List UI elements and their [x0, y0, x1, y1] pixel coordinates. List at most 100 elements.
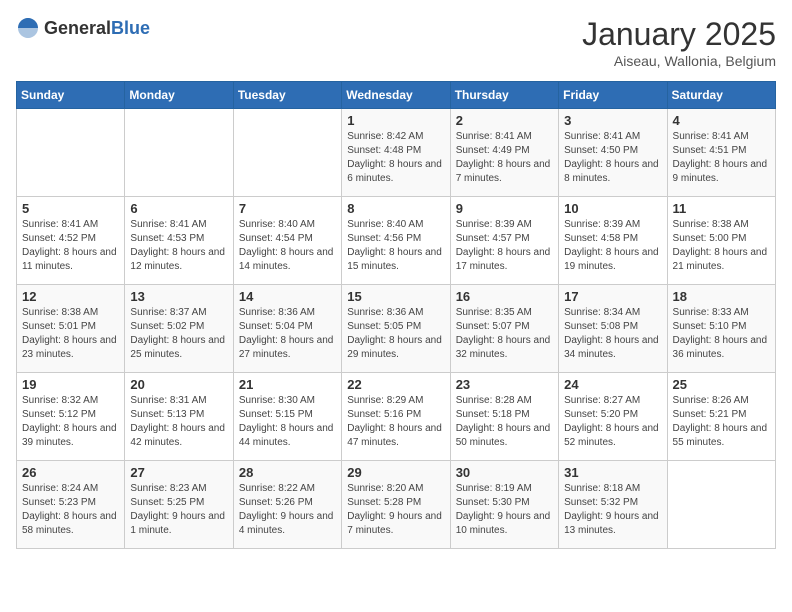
day-info: Sunrise: 8:31 AM Sunset: 5:13 PM Dayligh…	[130, 394, 227, 450]
calendar-cell: 20 Sunrise: 8:31 AM Sunset: 5:13 PM Dayli…	[125, 373, 233, 461]
calendar-cell: 26 Sunrise: 8:24 AM Sunset: 5:23 PM Dayli…	[17, 461, 125, 549]
day-info: Sunrise: 8:41 AM Sunset: 4:51 PM Dayligh…	[673, 130, 770, 186]
day-number: 15	[347, 289, 444, 304]
calendar-cell: 28 Sunrise: 8:22 AM Sunset: 5:26 PM Dayli…	[233, 461, 341, 549]
day-info: Sunrise: 8:40 AM Sunset: 4:56 PM Dayligh…	[347, 218, 444, 274]
day-number: 25	[673, 377, 770, 392]
weekday-header-saturday: Saturday	[667, 82, 775, 109]
day-number: 12	[22, 289, 119, 304]
day-number: 22	[347, 377, 444, 392]
calendar-cell	[17, 109, 125, 197]
day-number: 10	[564, 201, 661, 216]
day-number: 27	[130, 465, 227, 480]
day-number: 17	[564, 289, 661, 304]
calendar-week-3: 12 Sunrise: 8:38 AM Sunset: 5:01 PM Dayli…	[17, 285, 776, 373]
day-number: 30	[456, 465, 553, 480]
day-number: 16	[456, 289, 553, 304]
day-number: 24	[564, 377, 661, 392]
day-number: 11	[673, 201, 770, 216]
day-info: Sunrise: 8:41 AM Sunset: 4:52 PM Dayligh…	[22, 218, 119, 274]
day-number: 21	[239, 377, 336, 392]
calendar-cell: 9 Sunrise: 8:39 AM Sunset: 4:57 PM Daylig…	[450, 197, 558, 285]
logo-general: GeneralBlue	[44, 18, 150, 39]
calendar-cell: 31 Sunrise: 8:18 AM Sunset: 5:32 PM Dayli…	[559, 461, 667, 549]
weekday-header-friday: Friday	[559, 82, 667, 109]
day-number: 8	[347, 201, 444, 216]
calendar-table: SundayMondayTuesdayWednesdayThursdayFrid…	[16, 81, 776, 549]
day-info: Sunrise: 8:42 AM Sunset: 4:48 PM Dayligh…	[347, 130, 444, 186]
calendar-cell: 29Sunrise: 8:20 AM Sunset: 5:28 PM Dayli…	[342, 461, 450, 549]
logo: GeneralBlue	[16, 16, 150, 40]
location: Aiseau, Wallonia, Belgium	[582, 53, 776, 69]
calendar-cell	[233, 109, 341, 197]
calendar-week-1: 1 Sunrise: 8:42 AM Sunset: 4:48 PM Daylig…	[17, 109, 776, 197]
weekday-header-wednesday: Wednesday	[342, 82, 450, 109]
day-info: Sunrise: 8:33 AM Sunset: 5:10 PM Dayligh…	[673, 306, 770, 362]
weekday-header-monday: Monday	[125, 82, 233, 109]
weekday-header-tuesday: Tuesday	[233, 82, 341, 109]
calendar-week-4: 19 Sunrise: 8:32 AM Sunset: 5:12 PM Dayli…	[17, 373, 776, 461]
calendar-cell: 10 Sunrise: 8:39 AM Sunset: 4:58 PM Dayli…	[559, 197, 667, 285]
day-number: 13	[130, 289, 227, 304]
calendar-cell: 19 Sunrise: 8:32 AM Sunset: 5:12 PM Dayli…	[17, 373, 125, 461]
day-info: Sunrise: 8:41 AM Sunset: 4:50 PM Dayligh…	[564, 130, 661, 186]
day-info: Sunrise: 8:18 AM Sunset: 5:32 PM Dayligh…	[564, 482, 661, 538]
calendar-cell: 18 Sunrise: 8:33 AM Sunset: 5:10 PM Dayli…	[667, 285, 775, 373]
day-info: Sunrise: 8:24 AM Sunset: 5:23 PM Dayligh…	[22, 482, 119, 538]
day-number: 2	[456, 113, 553, 128]
logo-icon	[16, 16, 40, 40]
day-number: 3	[564, 113, 661, 128]
day-number: 6	[130, 201, 227, 216]
calendar-week-5: 26 Sunrise: 8:24 AM Sunset: 5:23 PM Dayli…	[17, 461, 776, 549]
day-number: 18	[673, 289, 770, 304]
day-info: Sunrise: 8:23 AM Sunset: 5:25 PM Dayligh…	[130, 482, 227, 538]
calendar-cell: 23 Sunrise: 8:28 AM Sunset: 5:18 PM Dayli…	[450, 373, 558, 461]
calendar-cell: 1 Sunrise: 8:42 AM Sunset: 4:48 PM Daylig…	[342, 109, 450, 197]
calendar-cell: 22 Sunrise: 8:29 AM Sunset: 5:16 PM Dayli…	[342, 373, 450, 461]
day-info: Sunrise: 8:22 AM Sunset: 5:26 PM Dayligh…	[239, 482, 336, 538]
day-info: Sunrise: 8:36 AM Sunset: 5:05 PM Dayligh…	[347, 306, 444, 362]
day-info: Sunrise: 8:19 AM Sunset: 5:30 PM Dayligh…	[456, 482, 553, 538]
day-info: Sunrise: 8:41 AM Sunset: 4:53 PM Dayligh…	[130, 218, 227, 274]
day-info: Sunrise: 8:32 AM Sunset: 5:12 PM Dayligh…	[22, 394, 119, 450]
calendar-cell: 25 Sunrise: 8:26 AM Sunset: 5:21 PM Dayli…	[667, 373, 775, 461]
calendar-cell: 3 Sunrise: 8:41 AM Sunset: 4:50 PM Daylig…	[559, 109, 667, 197]
calendar-cell	[667, 461, 775, 549]
day-number: 20	[130, 377, 227, 392]
day-info: Sunrise: 8:39 AM Sunset: 4:57 PM Dayligh…	[456, 218, 553, 274]
calendar-cell	[125, 109, 233, 197]
weekday-header-row: SundayMondayTuesdayWednesdayThursdayFrid…	[17, 82, 776, 109]
day-number: 14	[239, 289, 336, 304]
day-info: Sunrise: 8:40 AM Sunset: 4:54 PM Dayligh…	[239, 218, 336, 274]
month-title: January 2025	[582, 16, 776, 53]
day-number: 9	[456, 201, 553, 216]
day-number: 31	[564, 465, 661, 480]
calendar-cell: 6 Sunrise: 8:41 AM Sunset: 4:53 PM Daylig…	[125, 197, 233, 285]
day-number: 7	[239, 201, 336, 216]
day-info: Sunrise: 8:39 AM Sunset: 4:58 PM Dayligh…	[564, 218, 661, 274]
day-info: Sunrise: 8:26 AM Sunset: 5:21 PM Dayligh…	[673, 394, 770, 450]
day-info: Sunrise: 8:38 AM Sunset: 5:00 PM Dayligh…	[673, 218, 770, 274]
day-info: Sunrise: 8:28 AM Sunset: 5:18 PM Dayligh…	[456, 394, 553, 450]
day-number: 23	[456, 377, 553, 392]
calendar-cell: 27 Sunrise: 8:23 AM Sunset: 5:25 PM Dayli…	[125, 461, 233, 549]
day-number: 4	[673, 113, 770, 128]
day-info: Sunrise: 8:20 AM Sunset: 5:28 PM Dayligh…	[347, 482, 444, 538]
day-info: Sunrise: 8:29 AM Sunset: 5:16 PM Dayligh…	[347, 394, 444, 450]
page-header: GeneralBlue January 2025 Aiseau, Walloni…	[16, 16, 776, 69]
day-number: 26	[22, 465, 119, 480]
calendar-cell: 14 Sunrise: 8:36 AM Sunset: 5:04 PM Dayli…	[233, 285, 341, 373]
day-number: 1	[347, 113, 444, 128]
day-info: Sunrise: 8:38 AM Sunset: 5:01 PM Dayligh…	[22, 306, 119, 362]
title-block: January 2025 Aiseau, Wallonia, Belgium	[582, 16, 776, 69]
day-info: Sunrise: 8:41 AM Sunset: 4:49 PM Dayligh…	[456, 130, 553, 186]
calendar-cell: 7 Sunrise: 8:40 AM Sunset: 4:54 PM Daylig…	[233, 197, 341, 285]
calendar-cell: 17Sunrise: 8:34 AM Sunset: 5:08 PM Dayli…	[559, 285, 667, 373]
day-info: Sunrise: 8:36 AM Sunset: 5:04 PM Dayligh…	[239, 306, 336, 362]
calendar-cell: 30 Sunrise: 8:19 AM Sunset: 5:30 PM Dayli…	[450, 461, 558, 549]
day-number: 28	[239, 465, 336, 480]
calendar-cell: 16Sunrise: 8:35 AM Sunset: 5:07 PM Dayli…	[450, 285, 558, 373]
calendar-cell: 12 Sunrise: 8:38 AM Sunset: 5:01 PM Dayli…	[17, 285, 125, 373]
day-number: 19	[22, 377, 119, 392]
day-info: Sunrise: 8:30 AM Sunset: 5:15 PM Dayligh…	[239, 394, 336, 450]
